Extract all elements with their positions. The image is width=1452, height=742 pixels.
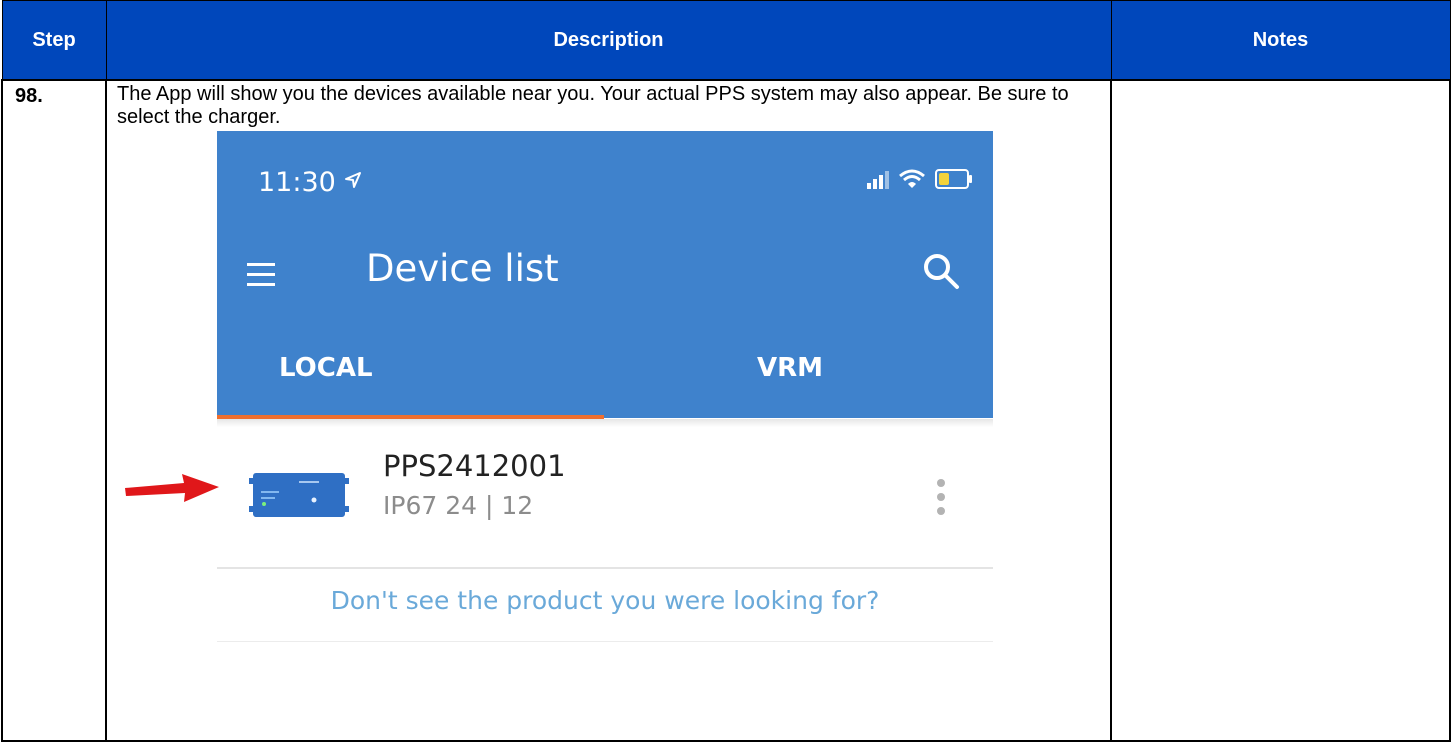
more-options-icon[interactable]	[934, 479, 948, 519]
battery-icon	[935, 169, 972, 189]
time-text: 11:30	[258, 167, 336, 198]
tab-local[interactable]: LOCAL	[279, 353, 373, 383]
location-arrow-icon	[345, 172, 362, 188]
description-header: Description	[105, 0, 1112, 81]
status-icons	[867, 169, 972, 189]
charger-device-image[interactable]	[249, 470, 349, 520]
list-divider	[217, 567, 993, 569]
tab-shadow	[217, 419, 993, 427]
notes-cell	[1110, 79, 1451, 742]
screen-title: Device list	[366, 247, 559, 290]
description-text: The App will show you the devices availa…	[117, 83, 1069, 128]
step-header: Step	[1, 0, 107, 81]
signal-icon	[867, 169, 889, 189]
device-name[interactable]: PPS2412001	[383, 449, 566, 483]
notes-header: Notes	[1110, 0, 1451, 81]
product-not-found-link[interactable]: Don't see the product you were looking f…	[217, 586, 993, 615]
red-arrow-icon	[125, 474, 219, 502]
device-subtitle: IP67 24 | 12	[383, 491, 534, 520]
search-icon[interactable]	[921, 251, 961, 291]
status-bar-time: 11:30	[258, 167, 362, 198]
wifi-icon	[899, 169, 925, 188]
step-number: 98.	[1, 79, 107, 742]
app-bar: 11:30 Device list LOCAL VRM	[217, 131, 993, 418]
tab-vrm[interactable]: VRM	[757, 353, 823, 383]
app-screenshot: 11:30 Device list LOCAL VRM PPS2412001 I…	[217, 131, 993, 643]
hamburger-menu-icon[interactable]	[247, 263, 275, 293]
bottom-divider	[217, 641, 993, 642]
